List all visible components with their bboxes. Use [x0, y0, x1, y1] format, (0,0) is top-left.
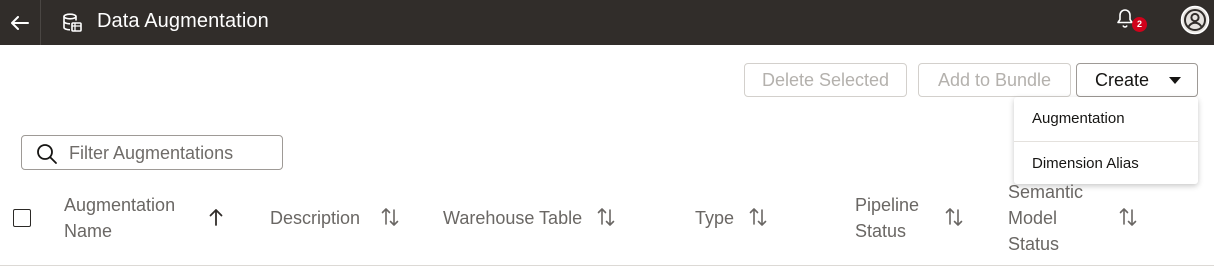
sort-icon[interactable] — [381, 207, 399, 227]
sort-icon[interactable] — [597, 207, 615, 227]
sort-icon[interactable] — [945, 207, 963, 227]
column-header-augmentation-name[interactable]: Augmentation Name — [64, 192, 175, 244]
create-button[interactable]: Create — [1076, 63, 1198, 97]
create-button-label: Create — [1095, 70, 1150, 90]
create-dropdown-menu: Augmentation Dimension Alias — [1014, 97, 1198, 184]
delete-selected-button[interactable]: Delete Selected — [744, 63, 907, 97]
sort-ascending-icon[interactable] — [207, 207, 225, 227]
database-icon — [63, 13, 82, 32]
back-button[interactable] — [0, 0, 41, 45]
filter-input[interactable] — [69, 140, 274, 166]
top-bar: Data Augmentation 2 — [0, 0, 1214, 45]
select-all-checkbox[interactable] — [13, 209, 31, 227]
page-title: Data Augmentation — [97, 10, 269, 32]
column-header-warehouse-table[interactable]: Warehouse Table — [443, 205, 582, 231]
column-header-description[interactable]: Description — [270, 205, 360, 231]
arrow-left-icon — [11, 15, 29, 30]
add-to-bundle-button[interactable]: Add to Bundle — [918, 63, 1071, 97]
menu-item-augmentation[interactable]: Augmentation — [1014, 97, 1198, 140]
search-icon — [37, 144, 57, 164]
column-header-semantic-model-status[interactable]: Semantic Model Status — [1008, 179, 1083, 257]
filter-box — [21, 135, 283, 170]
notifications-button[interactable]: 2 — [1112, 8, 1148, 36]
sort-icon[interactable] — [749, 207, 767, 227]
user-menu-button[interactable] — [1180, 5, 1210, 35]
sort-icon[interactable] — [1119, 207, 1137, 227]
user-avatar-icon — [1180, 5, 1210, 35]
notification-badge: 2 — [1132, 17, 1147, 32]
column-header-type[interactable]: Type — [695, 205, 734, 231]
caret-down-icon — [1169, 77, 1181, 84]
column-header-pipeline-status[interactable]: Pipeline Status — [855, 192, 919, 244]
